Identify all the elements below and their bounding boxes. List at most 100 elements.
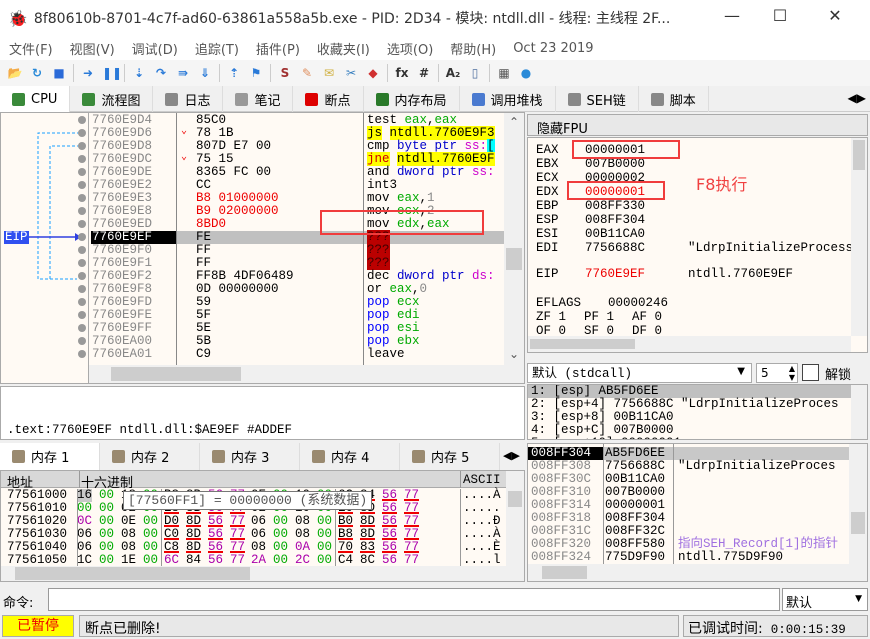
dump-byte[interactable]: 8D [186,515,202,528]
dump-hscrollbar[interactable] [1,566,524,581]
disasm-row[interactable]: 7760EA01 C9 leave [1,348,504,361]
breakpoint-dot-icon[interactable] [78,324,86,332]
command-input[interactable] [48,588,780,611]
pause-icon[interactable]: ❚❚ [102,65,122,81]
dump-byte[interactable]: 56 [208,541,224,554]
memory-tab-4[interactable]: 内存 4 [300,443,400,470]
tab-8[interactable]: 脚本 [639,86,709,112]
disasm-row[interactable]: 7760E9F0 FF??? [1,243,504,257]
register-comment[interactable]: ntdll.7760E9EF [688,268,793,281]
execute-till-return-icon[interactable]: ⇡ [226,65,242,81]
comment-icon[interactable]: ✉ [321,65,337,81]
register-name[interactable]: EBP [536,200,559,213]
breakpoint-dot-icon[interactable] [78,246,86,254]
tab-5[interactable]: 内存布局 [364,86,460,112]
breakpoint-dot-icon[interactable] [78,220,86,228]
spinner-arrows-icon[interactable]: ▲ ▼ [789,364,795,382]
breakpoint-dot-icon[interactable] [78,116,86,124]
register-name[interactable]: EBX [536,158,559,171]
disasm-row[interactable]: 7760E9DE 8365 FC 00 and dword ptr ss: [1,166,504,179]
disasm-vscrollbar[interactable]: ⌃ ⌄ [504,113,524,365]
dump-byte[interactable]: 77 [404,515,420,528]
dump-byte[interactable]: 77 [404,528,420,541]
globe-icon[interactable]: ● [518,65,534,81]
dump-byte[interactable]: 77 [230,515,246,528]
breakpoint-dot-icon[interactable] [78,194,86,202]
tab-2[interactable]: 日志 [153,86,224,112]
dump-byte[interactable]: 56 [382,528,398,541]
tab-scroll-arrows-icon[interactable]: ◀▶ [844,86,870,111]
breakpoint-dot-icon[interactable] [78,207,86,215]
register-name[interactable]: EDX [536,186,559,199]
disasm-row[interactable]: 7760EA00 5B pop ebx [1,335,504,348]
dump-byte[interactable]: 8D [186,528,202,541]
dump-byte[interactable]: C8 [164,541,180,554]
dump-byte[interactable]: 8D [360,515,376,528]
run-to-user-icon[interactable]: ⚑ [248,65,264,81]
stop-icon[interactable]: ■ [51,65,67,81]
registers-vscrollbar[interactable] [851,138,867,336]
breakpoint-dot-icon[interactable] [78,337,86,345]
device-icon[interactable]: ▯ [467,65,483,81]
flag[interactable]: AF 0 [632,311,662,324]
arg-count-spinner[interactable]: 5 ▲ ▼ [756,363,798,383]
function-icon[interactable]: fx [394,65,410,81]
dump-byte[interactable]: 56 [382,515,398,528]
dump-byte[interactable]: 70 [338,541,354,554]
font-icon[interactable]: A₂ [445,65,461,81]
eflags-value[interactable]: 00000246 [608,297,668,310]
breakpoint-dot-icon[interactable] [78,181,86,189]
breakpoint-dot-icon[interactable] [78,298,86,306]
maximize-button[interactable]: ☐ [760,6,800,30]
register-name[interactable]: ESP [536,214,559,227]
calculator-icon[interactable]: ▦ [496,65,512,81]
dump-byte[interactable]: D0 [164,515,180,528]
dump-byte[interactable]: 8D [360,528,376,541]
disasm-row[interactable]: 7760E9F8 0D 00000000 or eax,0 [1,283,504,296]
breakpoint-dot-icon[interactable] [78,259,86,267]
dump-byte[interactable]: B8 [338,528,354,541]
step-into-icon[interactable]: ⇣ [131,65,147,81]
column-ascii[interactable]: ASCII [463,474,501,487]
close-button[interactable]: ✕ [815,6,855,30]
tab-3[interactable]: 笔记 [223,86,294,112]
register-value[interactable]: 00B11CA0 [585,228,645,241]
trace-into-icon[interactable]: ⇛ [175,65,191,81]
registers-hscrollbar[interactable] [528,336,851,352]
argument-row[interactable]: 5: [esp+10] 00000001 [528,437,851,440]
memory-tab-5[interactable]: 内存 5 [400,443,500,470]
menu-item[interactable]: 选项(O) [387,39,433,58]
register-value[interactable]: 7756688C [585,242,645,255]
dump-byte[interactable]: 77 [230,528,246,541]
memory-tab-scroll-icon[interactable]: ◀▶ [500,443,523,470]
register-name[interactable]: EDI [536,242,559,255]
menu-item[interactable]: 帮助(H) [450,39,496,58]
register-name[interactable]: EAX [536,144,559,157]
menu-item[interactable]: 追踪(T) [195,39,239,58]
disasm-hscrollbar[interactable] [89,365,524,383]
register-name[interactable]: ESI [536,228,559,241]
dump-byte[interactable]: 77 [404,489,420,502]
scroll-up-icon[interactable]: ⌃ [509,115,519,129]
calling-convention-select[interactable]: 默认 (stdcall) ▼ [527,363,752,383]
stack-hscrollbar[interactable] [528,564,867,581]
open-icon[interactable]: 📂 [7,65,23,81]
run-icon[interactable]: ➜ [80,65,96,81]
tab-6[interactable]: 调用堆栈 [460,86,556,112]
dump-byte[interactable]: 56 [382,489,398,502]
dump-byte[interactable]: 77 [404,502,420,515]
command-mode-select[interactable]: 默认 ▼ [782,588,868,611]
register-value[interactable]: 7760E9EF [585,268,645,281]
trace-over-icon[interactable]: ⇓ [197,65,213,81]
register-value[interactable]: 008FF330 [585,200,645,213]
step-over-icon[interactable]: ↷ [153,65,169,81]
breakpoint-dot-icon[interactable] [78,272,86,280]
memory-tab-3[interactable]: 内存 3 [200,443,300,470]
hide-fpu-button[interactable]: 隐藏FPU [527,114,868,137]
bookmark-icon[interactable]: ◆ [365,65,381,81]
register-name[interactable]: EIP [536,268,559,281]
dump-byte[interactable]: 8D [186,541,202,554]
tab-0[interactable]: CPU [0,86,71,112]
dump-byte[interactable]: C0 [164,528,180,541]
breakpoint-dot-icon[interactable] [78,350,86,358]
